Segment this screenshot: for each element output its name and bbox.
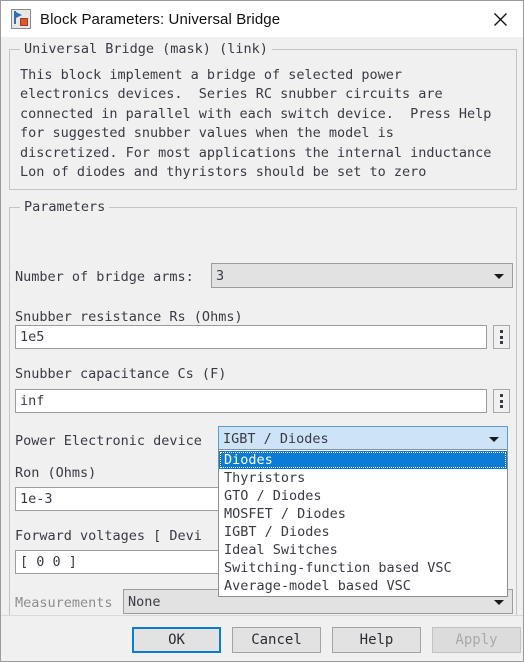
power-device-value: IGBT / Diodes [223, 430, 329, 447]
snubber-resistance-value: 1e5 [20, 329, 45, 345]
snubber-capacitance-more-icon[interactable] [493, 389, 510, 413]
parameters-group-title: Parameters [20, 199, 110, 215]
dialog-content: Universal Bridge (mask) (link) This bloc… [1, 37, 523, 661]
power-device-option[interactable]: MOSFET / Diodes [219, 505, 507, 523]
description-group: Universal Bridge (mask) (link) This bloc… [9, 41, 517, 190]
snubber-resistance-input[interactable]: 1e5 [15, 325, 487, 349]
ron-value: 1e-3 [20, 491, 53, 507]
forward-voltages-value: [ 0 0 ] [20, 554, 77, 570]
measurements-value: None [128, 593, 161, 610]
snubber-capacitance-input[interactable]: inf [15, 389, 487, 413]
help-button[interactable]: Help [332, 627, 421, 653]
chevron-down-icon [494, 273, 504, 279]
snubber-capacitance-value: inf [20, 393, 45, 409]
power-device-option[interactable]: GTO / Diodes [219, 487, 507, 505]
apply-button: Apply [432, 627, 521, 653]
measurements-label: Measurements [15, 595, 113, 611]
close-icon[interactable] [477, 1, 523, 37]
chevron-down-icon [489, 436, 499, 442]
ron-label: Ron (Ohms) [15, 465, 97, 481]
dialog-button-bar: OK Cancel Help Apply [1, 615, 523, 661]
bridge-arms-value: 3 [216, 267, 225, 284]
power-device-option[interactable]: IGBT / Diodes [219, 523, 507, 541]
power-device-label: Power Electronic device [15, 433, 202, 449]
snubber-resistance-more-icon[interactable] [493, 325, 510, 349]
block-parameters-dialog: Block Parameters: Universal Bridge Unive… [0, 0, 524, 662]
power-device-option[interactable]: Thyristors [219, 469, 507, 487]
power-device-option[interactable]: Ideal Switches [219, 541, 507, 559]
ok-button[interactable]: OK [132, 627, 221, 653]
window-title: Block Parameters: Universal Bridge [40, 10, 281, 28]
description-group-title: Universal Bridge (mask) (link) [20, 41, 272, 57]
power-device-option[interactable]: Switching-function based VSC [219, 559, 507, 577]
snubber-capacitance-label: Snubber capacitance Cs (F) [15, 366, 227, 382]
power-device-option[interactable]: Average-model based VSC [219, 577, 507, 595]
power-device-option-list[interactable]: Diodes Thyristors GTO / Diodes MOSFET / … [218, 449, 508, 597]
power-device-dropdown[interactable]: IGBT / Diodes [218, 426, 508, 451]
power-device-option[interactable]: Diodes [219, 451, 507, 469]
bridge-arms-dropdown[interactable]: 3 [211, 263, 513, 288]
cancel-button[interactable]: Cancel [232, 627, 321, 653]
description-text: This block implement a bridge of selecte… [20, 67, 492, 181]
bridge-arms-label: Number of bridge arms: [15, 269, 194, 285]
simulink-block-icon [11, 9, 31, 29]
chevron-down-icon [494, 599, 504, 605]
forward-voltages-label: Forward voltages [ Devi [15, 528, 202, 544]
snubber-resistance-label: Snubber resistance Rs (Ohms) [15, 309, 243, 325]
title-bar: Block Parameters: Universal Bridge [1, 1, 523, 37]
